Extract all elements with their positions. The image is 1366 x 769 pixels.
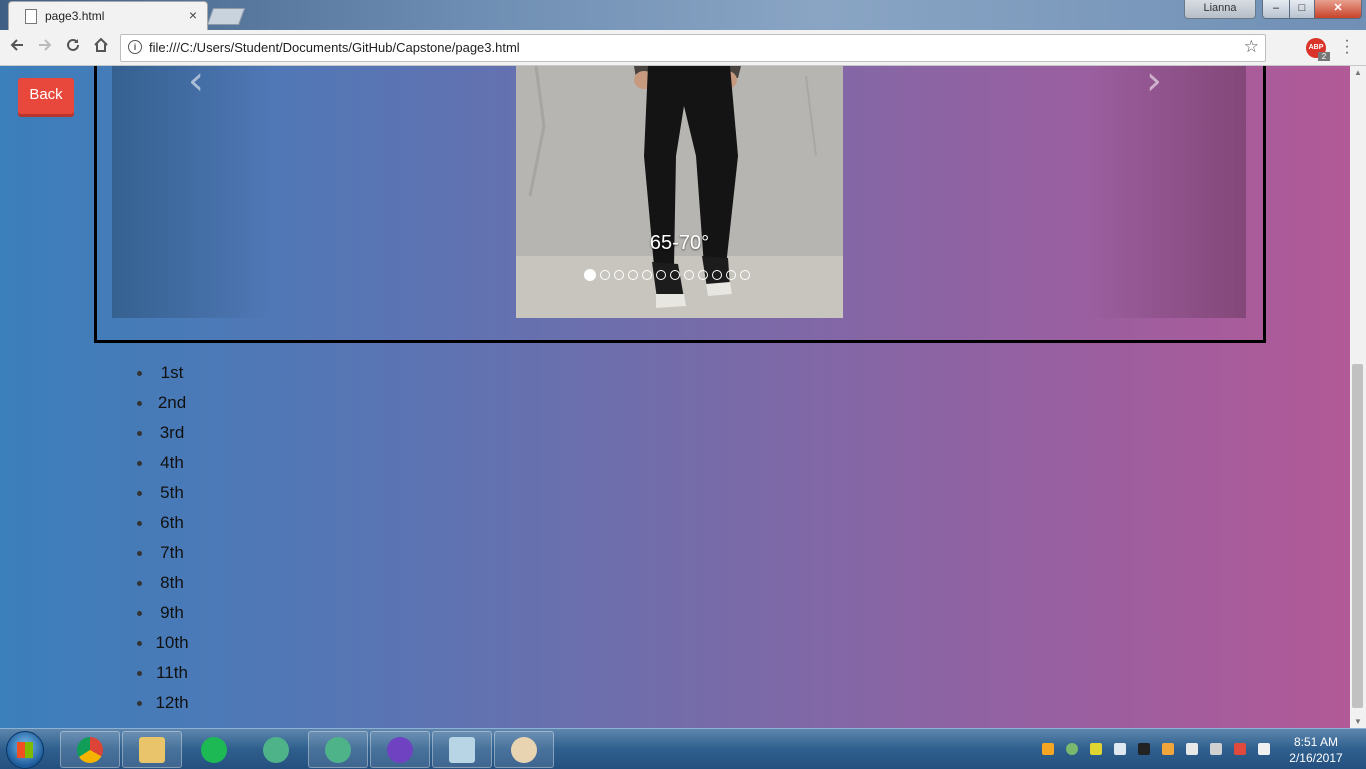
carousel-indicator[interactable] — [712, 270, 722, 280]
bullet-icon — [137, 431, 142, 436]
bullet-icon — [137, 551, 142, 556]
spotify-icon[interactable] — [184, 731, 244, 768]
carousel-indicator[interactable] — [600, 270, 610, 280]
chevron-right-icon[interactable]: › — [1146, 66, 1162, 104]
carousel-next-area[interactable] — [1086, 66, 1246, 318]
carousel-indicator[interactable] — [614, 270, 624, 280]
chrome-icon[interactable] — [60, 731, 120, 768]
grade-label: 4th — [160, 453, 184, 472]
github-desktop-icon[interactable] — [370, 731, 430, 768]
carousel-indicator[interactable] — [584, 269, 596, 281]
scrollbar-thumb[interactable] — [1352, 364, 1363, 708]
chevron-left-icon[interactable]: ‹ — [188, 66, 204, 104]
grade-label: 2nd — [157, 393, 187, 412]
tray-app-icon[interactable] — [1042, 743, 1054, 755]
close-window-button[interactable]: ✕ — [1314, 0, 1362, 19]
profile-name: Lianna — [1203, 2, 1237, 14]
bookmark-star-icon[interactable]: ☆ — [1244, 37, 1259, 57]
bullet-icon — [137, 491, 142, 496]
maximize-button[interactable]: □ — [1289, 0, 1315, 19]
bullet-icon — [137, 671, 142, 676]
grade-label: 5th — [160, 483, 184, 502]
home-icon[interactable] — [90, 36, 112, 58]
action-center-icon[interactable] — [1234, 743, 1246, 755]
address-bar[interactable]: i file:///C:/Users/Student/Documents/Git… — [120, 34, 1266, 62]
address-url[interactable]: file:///C:/Users/Student/Documents/GitHu… — [149, 40, 520, 55]
page-viewport: Back ‹ › 65-70° 1st 2nd 3rd 4th 5th 6th … — [0, 66, 1350, 728]
carousel-indicator[interactable] — [670, 270, 680, 280]
start-button[interactable] — [6, 731, 44, 769]
browser-toolbar: i file:///C:/Users/Student/Documents/Git… — [0, 30, 1366, 66]
bullet-icon — [137, 521, 142, 526]
profile-button[interactable]: Lianna — [1184, 0, 1256, 19]
carousel-indicator[interactable] — [698, 270, 708, 280]
bluetooth-icon[interactable] — [1114, 743, 1126, 755]
bullet-icon — [137, 401, 142, 406]
windows-taskbar: 8:51 AM 2/16/2017 — [0, 728, 1366, 769]
scroll-up-icon[interactable]: ▲ — [1354, 68, 1362, 77]
grade-label: 10th — [155, 633, 189, 652]
weather-outfit-carousel: ‹ › 65-70° — [112, 66, 1246, 318]
tray-display-icon[interactable] — [1138, 743, 1150, 755]
carousel-indicator[interactable] — [642, 270, 652, 280]
adblock-count-badge: 2 — [1318, 52, 1330, 61]
back-arrow-icon[interactable] — [6, 36, 28, 58]
tray-folder-icon[interactable] — [1162, 743, 1174, 755]
tab-title: page3.html — [45, 9, 105, 23]
carousel-indicator[interactable] — [684, 270, 694, 280]
tray-pen-icon[interactable] — [1090, 743, 1102, 755]
carousel-indicators — [584, 269, 750, 281]
browser-menu-icon[interactable]: · · · — [1344, 33, 1350, 61]
info-icon[interactable]: i — [128, 40, 142, 54]
grade-label: 7th — [160, 543, 184, 562]
paint-icon[interactable] — [494, 731, 554, 768]
grade-label: 8th — [160, 573, 184, 592]
grade-label: 12th — [155, 693, 189, 712]
grade-label: 3rd — [159, 423, 185, 442]
clock-time: 8:51 AM — [1293, 735, 1339, 749]
tray-network-globe-icon[interactable] — [1066, 743, 1078, 755]
grade-label: 1st — [160, 363, 184, 382]
signal-icon[interactable] — [1258, 743, 1270, 755]
atom-window-icon[interactable] — [308, 731, 368, 768]
reload-icon[interactable] — [62, 36, 84, 58]
atom-icon[interactable] — [246, 731, 306, 768]
browser-titlebar: page3.html × Lianna – □ ✕ — [0, 0, 1366, 31]
new-tab-button[interactable] — [206, 8, 246, 25]
battery-icon[interactable] — [1186, 743, 1198, 755]
bullet-icon — [137, 371, 142, 376]
scroll-down-icon[interactable]: ▼ — [1354, 717, 1362, 726]
system-clock[interactable]: 8:51 AM 2/16/2017 — [1284, 734, 1348, 766]
bullet-icon — [137, 701, 142, 706]
grade-label: 6th — [160, 513, 184, 532]
carousel-indicator[interactable] — [740, 270, 750, 280]
carousel-slide-image: 65-70° — [516, 66, 843, 318]
tab-page3[interactable]: page3.html × — [8, 1, 208, 31]
carousel-indicator[interactable] — [656, 270, 666, 280]
carousel-caption: 65-70° — [649, 232, 710, 254]
bullet-icon — [137, 641, 142, 646]
bullet-icon — [137, 611, 142, 616]
windows-logo-icon — [17, 742, 33, 758]
forward-arrow-icon[interactable] — [34, 36, 56, 58]
file-explorer-icon[interactable] — [122, 731, 182, 768]
grade-label: 9th — [160, 603, 184, 622]
minimize-button[interactable]: – — [1262, 0, 1290, 19]
bullet-icon — [137, 581, 142, 586]
clock-date: 2/16/2017 — [1289, 751, 1343, 765]
tab-close-icon[interactable]: × — [189, 7, 197, 23]
volume-muted-icon[interactable] — [1210, 743, 1222, 755]
page-icon — [25, 9, 37, 24]
notepad-icon[interactable] — [432, 731, 492, 768]
carousel-indicator[interactable] — [726, 270, 736, 280]
bullet-icon — [137, 461, 142, 466]
vertical-scrollbar[interactable]: ▲ ▼ — [1350, 66, 1366, 728]
carousel-indicator[interactable] — [628, 270, 638, 280]
back-button[interactable]: Back — [18, 78, 74, 114]
grade-label: 11th — [156, 663, 188, 682]
